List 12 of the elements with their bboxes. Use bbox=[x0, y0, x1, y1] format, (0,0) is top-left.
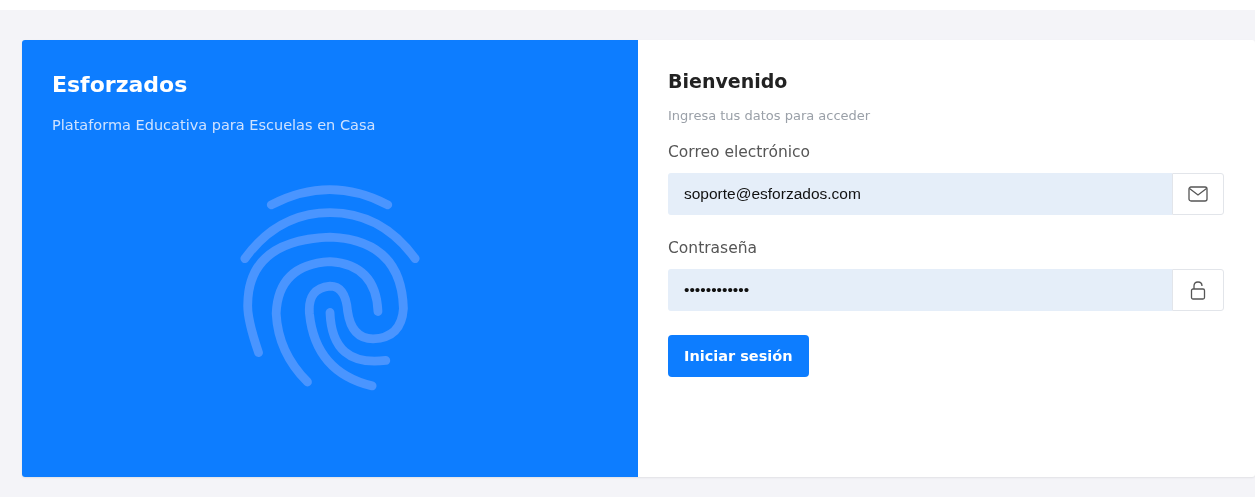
password-field[interactable]: •••••••••••• bbox=[668, 269, 1172, 311]
login-button[interactable]: Iniciar sesión bbox=[668, 335, 809, 377]
form-title: Bienvenido bbox=[668, 70, 788, 92]
brand-subtitle: Plataforma Educativa para Escuelas en Casa bbox=[52, 117, 377, 133]
fingerprint-icon bbox=[237, 183, 423, 393]
mail-icon bbox=[1188, 186, 1208, 202]
field-label: Contraseña bbox=[668, 239, 757, 257]
brand-title: Esforzados bbox=[52, 72, 189, 97]
field-label: Correo electrónico bbox=[668, 143, 810, 161]
email-field[interactable]: soporte@esforzados.com bbox=[668, 173, 1172, 215]
unlock-icon bbox=[1190, 280, 1206, 300]
form-subtitle: Ingresa tus datos para acceder bbox=[668, 108, 871, 123]
